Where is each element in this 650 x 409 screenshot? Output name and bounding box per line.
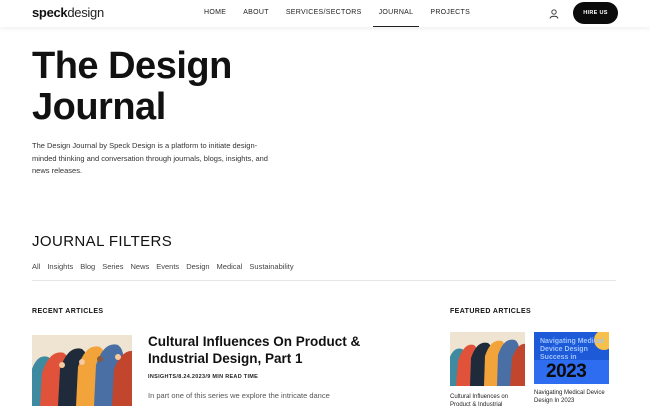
nav-services-sectors[interactable]: SERVICES/SECTORS [280,0,368,27]
featured-article-2-image-text: Navigating Medical Device Design Success… [540,338,604,361]
site-header: speckdesign HOME ABOUT SERVICES/SECTORS … [0,0,650,27]
page-title: The Design Journal [32,46,232,128]
featured-article-2-image-year: 2023 [546,361,587,382]
recent-article-meta: INSIGHTS/8.24.2023/9 MIN READ TIME [148,374,259,380]
main-nav: HOME ABOUT SERVICES/SECTORS JOURNAL PROJ… [198,0,481,27]
filter-design[interactable]: Design [186,262,209,271]
user-icon[interactable] [548,8,560,20]
filter-medical[interactable]: Medical [217,262,243,271]
featured-article-2-image[interactable]: Navigating Medical Device Design Success… [534,332,609,384]
recent-article-title[interactable]: Cultural Influences On Product & Industr… [148,333,373,367]
journal-filters-heading: JOURNAL FILTERS [32,233,173,250]
recent-articles-heading: RECENT ARTICLES [32,308,104,315]
speck-design-logo[interactable]: speckdesign [32,5,104,20]
featured-article-1-caption[interactable]: Cultural Influences on Product & Industr… [450,393,528,409]
filter-tabs: All Insights Blog Series News Events Des… [32,262,301,271]
page-title-line-2: Journal [32,86,166,128]
recent-article-excerpt: In part one of this series we explore th… [148,391,330,400]
filter-series[interactable]: Series [102,262,123,271]
featured-articles-heading: FEATURED ARTICLES [450,308,532,315]
featured-article-2-caption[interactable]: Navigating Medical Device Design In 2023 [534,389,612,405]
page-title-line-1: The Design [32,45,232,87]
filter-blog[interactable]: Blog [80,262,95,271]
nav-about[interactable]: ABOUT [237,0,275,27]
logo-bold-text: speck [32,5,68,20]
nav-journal[interactable]: JOURNAL [372,0,420,27]
filter-all[interactable]: All [32,262,40,271]
hero-description: The Design Journal by Speck Design is a … [32,141,268,175]
featured-article-1-image[interactable] [450,332,525,386]
filter-sustainability[interactable]: Sustainability [249,262,293,271]
filter-news[interactable]: News [130,262,149,271]
hire-us-button[interactable]: HIRE US [573,2,618,24]
filter-events[interactable]: Events [156,262,179,271]
logo-light-text: design [67,5,104,20]
recent-article-image[interactable] [32,335,132,406]
filters-divider [32,280,616,281]
filter-insights[interactable]: Insights [47,262,73,271]
nav-home[interactable]: HOME [198,0,232,27]
nav-projects[interactable]: PROJECTS [424,0,476,27]
